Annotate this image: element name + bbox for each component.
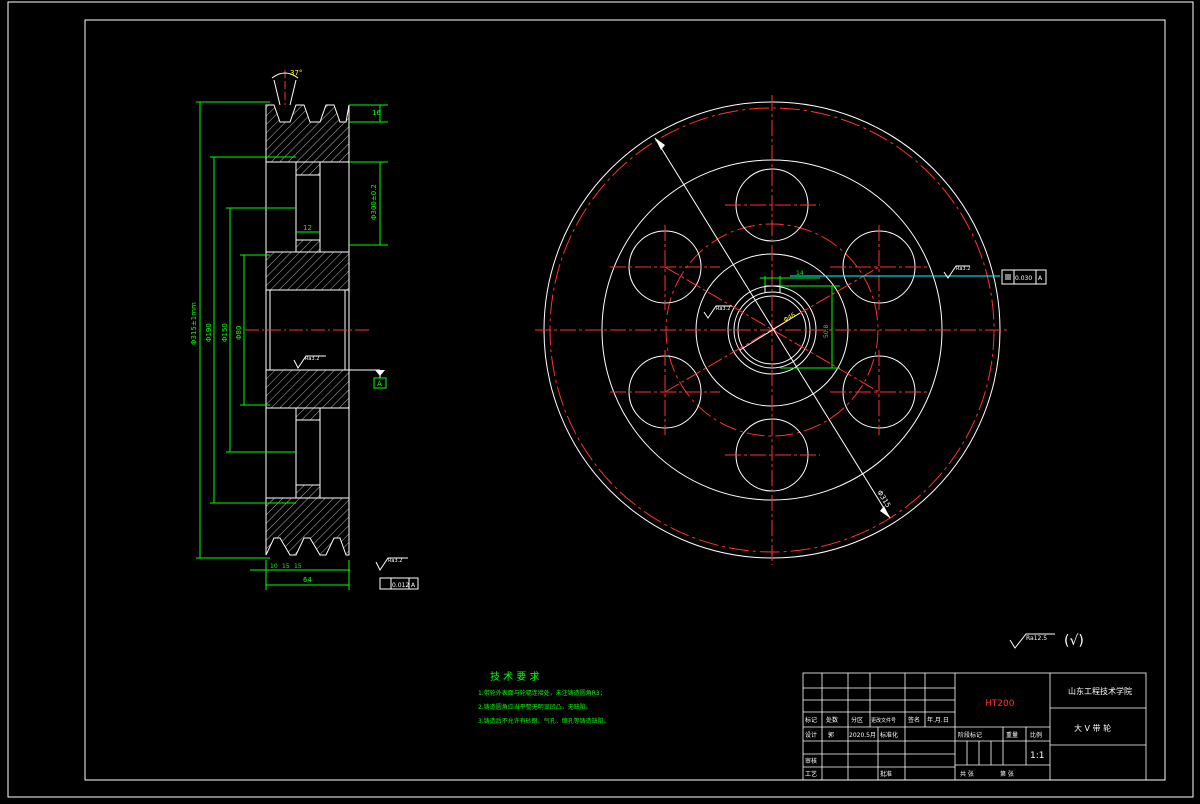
bore-roughness: Ra3.2 [305,356,319,362]
dim-inner: 12 [303,224,312,232]
tech-title: 技 术 要 求 [490,670,540,683]
dim-keyway-depth: 50.8 [823,324,830,338]
bottom-dim-3: 15 [294,563,302,570]
section-view: Φ315±1mm Φ190 Φ150 Φ80 Φ300±0.2 16 12 64… [190,69,419,590]
tech-item-2: 2.铸造圆角应当平整无明显凹凸，无缺陷。 [478,703,592,711]
header-4: 更改文件号 [871,717,896,724]
dim-dia-2: Φ150 [221,323,229,342]
dim-overall-dia: Φ315±1mm [190,302,198,345]
runout-value: 0.012 [392,582,409,589]
dim-angle: 37° [290,69,302,77]
tech-item-1: 1.带轮外表面与轮辐连接处，未注铸造圆角R3； [478,689,606,697]
header-5: 签名 [908,716,920,724]
design-4: 标准化 [880,731,898,739]
approve-2: 工艺 [805,770,817,778]
design-2: 郭 [828,731,834,739]
dim-groove: Φ300±0.2 [370,184,378,220]
sheet-number: 第 张 [1000,770,1014,778]
design-1: 设计 [805,731,817,739]
scale-value: 1:1 [1030,751,1044,761]
bottom-dim-2: 15 [282,563,290,570]
header-3: 分区 [851,716,863,724]
school-name: 山东工程技术学院 [1068,686,1132,696]
header-1: 标记 [805,716,817,724]
outer-border [7,1,1194,798]
hatched-hub-top [265,239,350,291]
weight-label: 重量 [1006,731,1018,739]
keyway-roughness: Ra3.2 [956,266,970,272]
runout-datum: A [411,582,416,589]
scale-label: 比例 [1030,731,1042,739]
general-roughness-symbol: (√) [1064,633,1084,649]
hole-top-right [842,230,916,304]
dim-dia-1: Φ190 [205,323,213,342]
approve-3: 批准 [880,770,892,778]
drawing-sheet: Φ315±1mm Φ190 Φ150 Φ80 Φ300±0.2 16 12 64… [0,0,1200,800]
bore-roughness-front: Ra3.2 [716,306,730,312]
hatched-hub-bottom [265,369,350,421]
header-2: 处数 [826,716,838,724]
tolerance-value: 0.030 [1015,275,1032,282]
dim-width: 64 [303,576,312,584]
dim-top: 16 [372,109,381,117]
cad-drawing: Φ315±1mm Φ190 Φ150 Φ80 Φ300±0.2 16 12 64… [7,1,1194,798]
tolerance-datum: A [1038,275,1043,282]
design-3: 2020.5月 [849,732,876,739]
front-view: Φ315 Φ46 14 50.8 Ra3.2 Ra3.2 0.030 A [535,95,1047,565]
dim-bore: Φ46 [783,311,797,323]
stage-label: 阶段标记 [958,731,982,739]
approve-1: 审核 [805,757,817,765]
hatched-rim-bottom [265,484,350,556]
bottom-dim-1: 10 [270,563,278,570]
face-roughness: Ra3.2 [388,558,402,564]
general-roughness-value: Ra12.5 [1026,635,1047,642]
header-6: 年.月.日 [927,716,949,724]
hatched-rim-top [265,104,350,176]
dim-dia-3: Φ80 [235,326,243,340]
sheet-total: 共 张 [960,770,974,778]
inner-border [84,19,1166,781]
part-name: 大 V 带 轮 [1074,723,1111,733]
datum-letter: A [377,380,382,388]
hole-bottom-right [842,355,916,429]
tech-item-3: 3.铸造后不允许有砂眼、气孔、缩孔等铸造缺陷。 [478,717,610,725]
material: HT200 [985,699,1015,709]
